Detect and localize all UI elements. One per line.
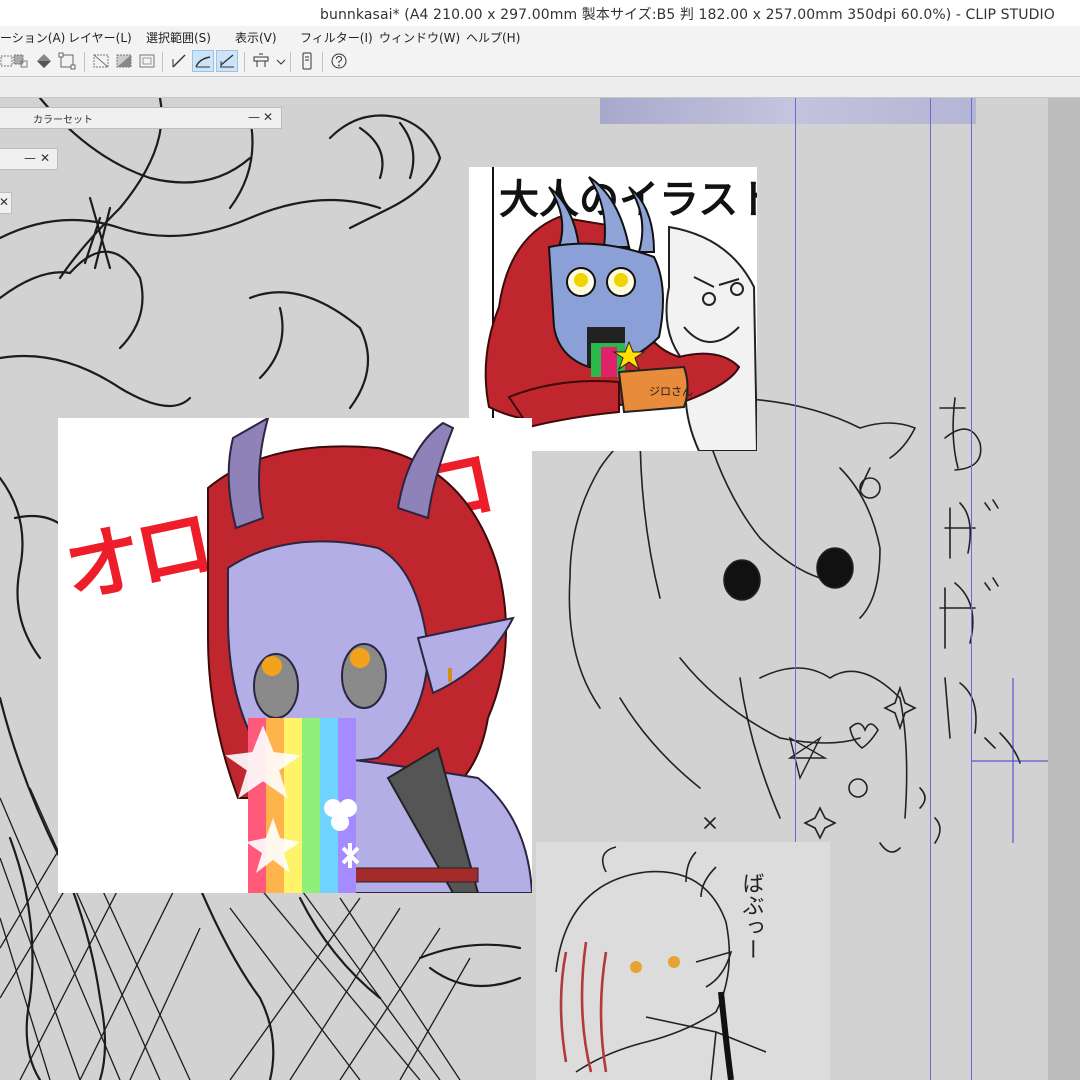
deselect-icon[interactable] xyxy=(90,50,112,72)
palette-title: カラーセット xyxy=(33,115,93,126)
command-bar xyxy=(0,48,1080,77)
help-icon[interactable] xyxy=(328,50,350,72)
perspective-ruler-icon[interactable] xyxy=(216,50,238,72)
curve-ruler-icon[interactable] xyxy=(192,50,214,72)
fill-select-icon[interactable] xyxy=(10,50,32,72)
drawing-canvas[interactable]: カラーセット — ✕ — ✕ ✕ 大人のイラスト ジロさん ばぶっー xyxy=(0,98,1080,1080)
book-title: 大人のイラスト xyxy=(499,177,757,223)
collapsed-palette[interactable]: — ✕ xyxy=(0,148,58,170)
border-icon[interactable] xyxy=(136,50,158,72)
toolbar-separator xyxy=(290,52,291,72)
toolbar-separator xyxy=(244,52,245,72)
reference-illustration-sketch: ばぶっー xyxy=(536,842,830,1080)
snap-icon[interactable] xyxy=(250,50,272,72)
toolbar-separator xyxy=(162,52,163,72)
toolbar-separator xyxy=(322,52,323,72)
reference-image-strip xyxy=(600,98,976,124)
tool-property-bar xyxy=(0,77,1080,98)
guide-line[interactable] xyxy=(971,98,972,1080)
dropdown-icon[interactable] xyxy=(270,50,286,72)
menu-help[interactable]: ヘルプ(H) xyxy=(466,29,520,46)
menu-window[interactable]: ウィンドウ(W) xyxy=(379,29,460,46)
menu-layer[interactable]: レイヤー(L) xyxy=(68,29,132,46)
collapsed-palette-2[interactable]: ✕ xyxy=(0,192,12,214)
vertical-scrollbar[interactable] xyxy=(1048,98,1080,1080)
tablet-icon[interactable] xyxy=(296,50,318,72)
title-bar: bunnkasai* (A4 210.00 x 297.00mm 製本サイズ:B… xyxy=(0,0,1080,26)
toolbar-separator xyxy=(84,52,85,72)
menu-filter[interactable]: フィルター(I) xyxy=(300,29,373,46)
close-icon[interactable]: ✕ xyxy=(261,110,275,124)
ruler-icon[interactable] xyxy=(168,50,190,72)
minimize-icon[interactable]: — xyxy=(247,110,261,124)
transform-icon[interactable] xyxy=(56,50,78,72)
menu-selection[interactable]: 選択範囲(S) xyxy=(146,29,211,46)
tag-label: ジロさん xyxy=(649,385,693,398)
menu-view[interactable]: 表示(V) xyxy=(235,29,277,46)
reference-illustration-rainbow: オロロロロロ xyxy=(58,418,532,893)
guide-line[interactable] xyxy=(930,98,931,1080)
invert-icon[interactable] xyxy=(113,50,135,72)
close-icon[interactable]: ✕ xyxy=(0,195,11,209)
window-title: bunnkasai* (A4 210.00 x 297.00mm 製本サイズ:B… xyxy=(320,7,1055,23)
menu-bar: ーション(A) レイヤー(L) 選択範囲(S) 表示(V) フィルター(I) ウ… xyxy=(0,26,1080,49)
reference-illustration-book: 大人のイラスト ジロさん xyxy=(469,167,757,451)
minimize-icon[interactable]: — xyxy=(23,151,37,165)
close-icon[interactable]: ✕ xyxy=(38,151,52,165)
menu-animation[interactable]: ーション(A) xyxy=(0,29,65,46)
color-set-palette[interactable]: カラーセット — ✕ xyxy=(0,107,282,129)
eraser-diamond-icon[interactable] xyxy=(33,50,55,72)
burp-text: ばぶっー xyxy=(739,872,765,960)
